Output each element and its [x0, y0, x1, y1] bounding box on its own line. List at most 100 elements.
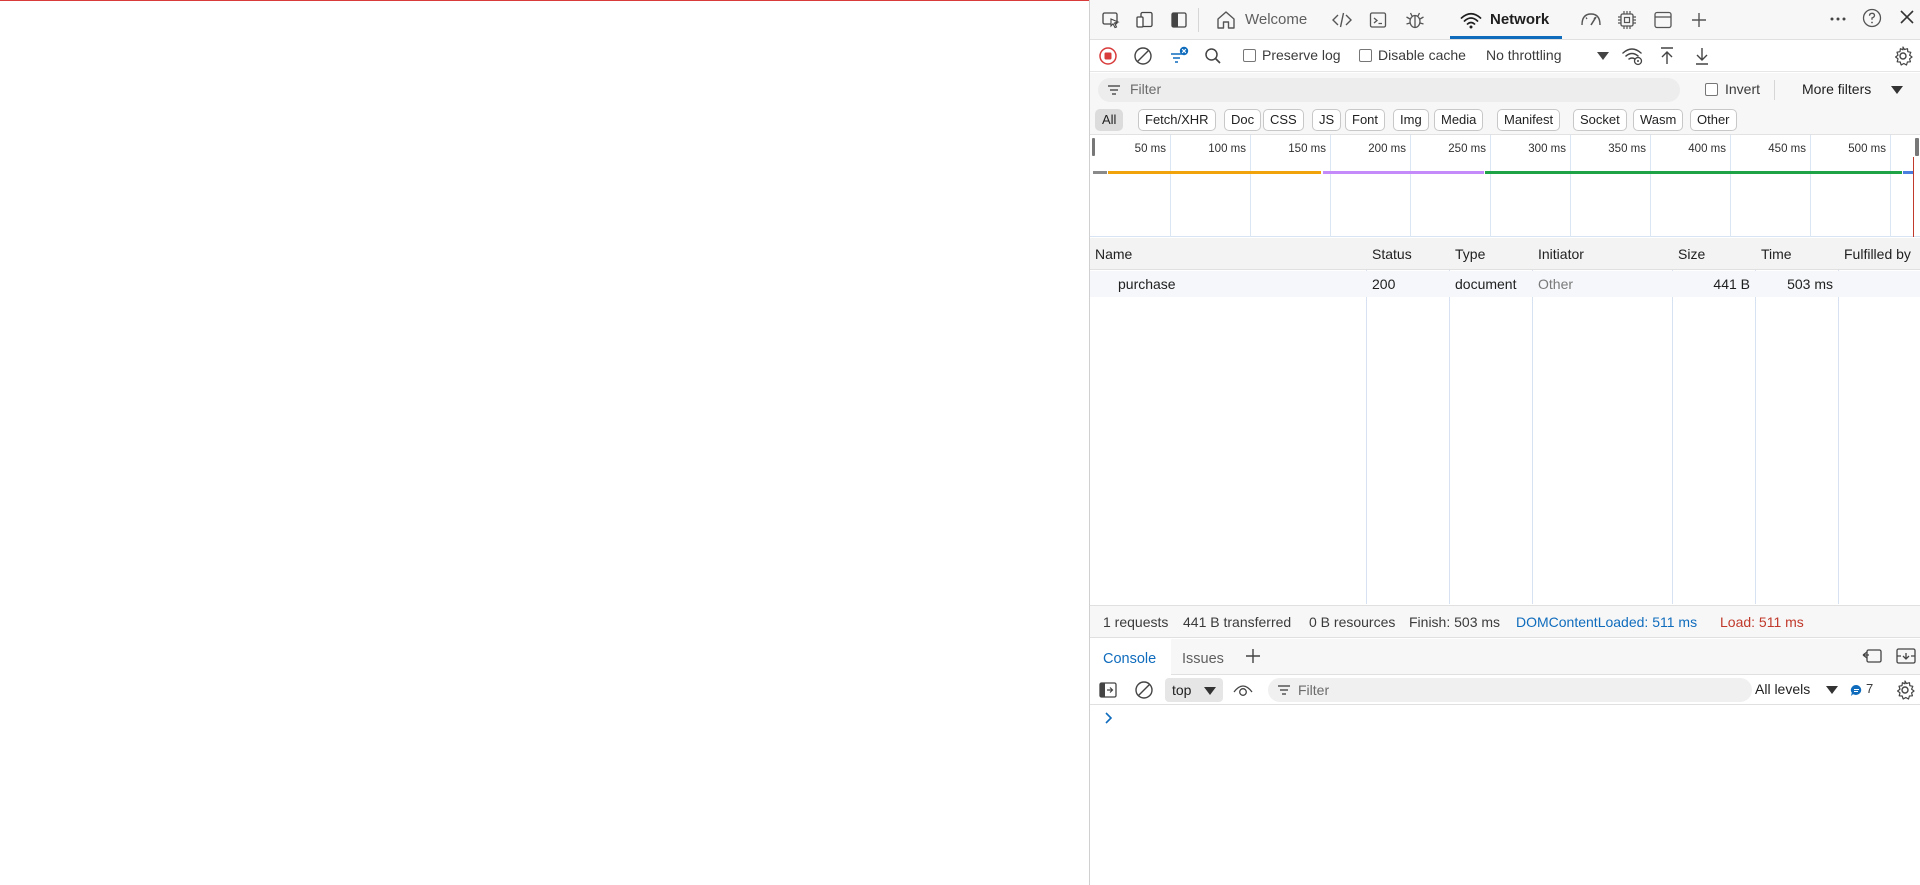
overview-bar-stalled [1323, 171, 1484, 174]
drawer-tab-issues[interactable]: Issues [1182, 651, 1224, 667]
preserve-log-checkbox[interactable] [1243, 49, 1256, 62]
invert-checkbox[interactable] [1705, 83, 1718, 96]
import-har-icon[interactable] [1657, 45, 1677, 67]
type-filter-socket[interactable]: Socket [1573, 109, 1627, 131]
elements-icon[interactable] [1330, 9, 1354, 31]
type-filter-manifest[interactable]: Manifest [1497, 109, 1561, 131]
tab-welcome[interactable]: Welcome [1245, 11, 1307, 28]
close-icon[interactable] [1896, 6, 1918, 28]
overview-tick-label: 350 ms [1608, 143, 1646, 155]
more-filters-button[interactable]: More filters [1802, 81, 1871, 97]
column-header-time[interactable]: Time [1761, 246, 1792, 262]
record-stop-icon[interactable] [1098, 46, 1118, 66]
console-output[interactable] [1090, 706, 1920, 885]
preserve-log-label: Preserve log [1262, 47, 1341, 63]
help-icon[interactable] [1860, 6, 1884, 30]
more-options-icon[interactable] [1826, 8, 1850, 30]
bug-icon[interactable] [1403, 8, 1427, 32]
overview-bar-waiting [1108, 171, 1321, 174]
type-filter-wasm[interactable]: Wasm [1633, 109, 1684, 131]
overview-right-handle[interactable] [1915, 138, 1919, 156]
overview-tick-label: 300 ms [1528, 143, 1566, 155]
type-filter-img[interactable]: Img [1393, 109, 1429, 131]
overview-tick-label: 450 ms [1768, 143, 1806, 155]
overview-gridline [1250, 135, 1251, 237]
type-filter-other[interactable]: Other [1690, 109, 1737, 131]
overview-tick-label: 250 ms [1448, 143, 1486, 155]
message-icon[interactable] [1849, 683, 1863, 697]
overview-gridline [1410, 135, 1411, 237]
page-viewport[interactable] [0, 0, 1089, 885]
request-type: document [1455, 276, 1517, 292]
network-overview[interactable]: 50 ms 100 ms 150 ms 200 ms 250 ms 300 ms… [1090, 135, 1920, 237]
wifi-icon[interactable] [1459, 9, 1483, 31]
home-icon[interactable] [1214, 8, 1238, 32]
overview-bar-queued [1093, 171, 1107, 174]
clear-console-icon[interactable] [1133, 679, 1155, 701]
undock-drawer-icon[interactable] [1860, 645, 1884, 667]
type-filter-doc[interactable]: Doc [1224, 109, 1262, 131]
column-header-type[interactable]: Type [1455, 246, 1485, 262]
overview-tick-label: 100 ms [1208, 143, 1246, 155]
settings-icon[interactable] [1892, 45, 1914, 67]
type-filter-media[interactable]: Media [1434, 109, 1484, 131]
type-filter-js[interactable]: JS [1312, 109, 1342, 131]
type-filter-font[interactable]: Font [1345, 109, 1386, 131]
chevron-down-icon[interactable] [1825, 684, 1839, 696]
overview-gridline [1810, 135, 1811, 237]
devtools-panel: Welcome Network Preserve log Disable cac… [1089, 0, 1920, 885]
memory-icon[interactable] [1615, 8, 1639, 32]
tab-network[interactable]: Network [1490, 11, 1549, 28]
filter-toggle-icon[interactable] [1168, 45, 1190, 67]
column-header-name[interactable]: Name [1095, 246, 1132, 262]
request-initiator: Other [1538, 276, 1574, 292]
table-header: Name Status Type Initiator Size Time Ful… [1090, 238, 1920, 270]
console-filter-input[interactable]: Filter [1268, 678, 1752, 702]
clear-icon[interactable] [1133, 46, 1153, 66]
summary-domcontentloaded: DOMContentLoaded: 511 ms [1516, 614, 1698, 630]
column-header-initiator[interactable]: Initiator [1538, 246, 1584, 262]
dock-side-icon[interactable] [1168, 9, 1190, 31]
filter-input[interactable] [1098, 78, 1680, 102]
context-selector[interactable]: top [1165, 678, 1223, 702]
devtools-tabbar: Welcome Network [1090, 0, 1920, 40]
chevron-down-icon[interactable] [1596, 50, 1610, 62]
console-icon[interactable] [1367, 9, 1389, 31]
console-sidebar-icon[interactable] [1097, 679, 1119, 701]
chevron-down-icon[interactable] [1890, 84, 1904, 96]
summary-resources: 0 B resources [1309, 614, 1396, 630]
eye-icon[interactable] [1232, 679, 1254, 701]
type-filter-css[interactable]: CSS [1263, 109, 1304, 131]
request-name[interactable]: purchase [1118, 276, 1176, 292]
type-filter-all[interactable]: All [1095, 109, 1124, 131]
overview-gridline [1170, 135, 1171, 237]
filter-icon [1106, 83, 1122, 97]
console-toolbar: top Filter All levels 7 [1090, 675, 1920, 705]
throttling-select[interactable]: No throttling [1486, 47, 1561, 63]
overview-gridline [1570, 135, 1571, 237]
overview-tick-label: 200 ms [1368, 143, 1406, 155]
console-settings-icon[interactable] [1894, 679, 1916, 701]
inspect-element-icon[interactable] [1100, 9, 1122, 31]
search-icon[interactable] [1203, 46, 1223, 66]
application-icon[interactable] [1651, 8, 1675, 32]
column-header-size[interactable]: Size [1678, 246, 1705, 262]
close-drawer-icon[interactable] [1894, 645, 1918, 667]
disable-cache-checkbox[interactable] [1359, 49, 1372, 62]
table-row[interactable]: purchase 200 document Other 441 B 503 ms [1090, 271, 1920, 297]
requests-table: Name Status Type Initiator Size Time Ful… [1090, 238, 1920, 604]
add-tab-icon[interactable] [1687, 8, 1711, 32]
network-conditions-icon[interactable] [1621, 45, 1645, 67]
overview-left-handle[interactable] [1092, 138, 1095, 156]
type-filter-fetch-xhr[interactable]: Fetch/XHR [1138, 109, 1216, 131]
performance-icon[interactable] [1578, 8, 1604, 32]
active-tab-indicator [1450, 36, 1562, 39]
column-header-status[interactable]: Status [1372, 246, 1412, 262]
drawer-tab-console[interactable]: Console [1103, 651, 1156, 667]
export-har-icon[interactable] [1692, 45, 1712, 67]
add-drawer-tab-icon[interactable] [1242, 645, 1264, 667]
page: Welcome Network Preserve log Disable cac… [0, 0, 1920, 885]
resource-type-filters: All Fetch/XHR Doc CSS JS Font Img Media … [1090, 107, 1920, 135]
device-emulation-icon[interactable] [1134, 9, 1156, 31]
column-header-fulfilled-by[interactable]: Fulfilled by [1844, 246, 1911, 262]
